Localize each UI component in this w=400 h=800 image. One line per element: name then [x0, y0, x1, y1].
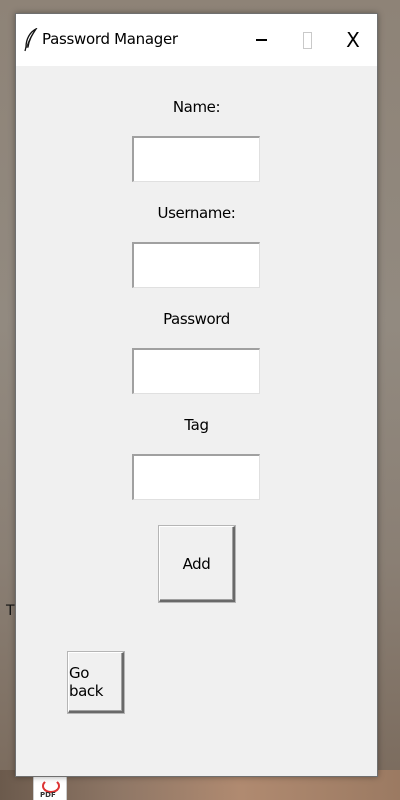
password-field[interactable] — [132, 348, 260, 394]
title-bar[interactable]: Password Manager X — [16, 14, 377, 66]
close-button[interactable]: X — [330, 14, 376, 66]
pdf-file-icon[interactable]: PDF — [33, 776, 67, 800]
maximize-icon — [302, 31, 312, 49]
username-field[interactable] — [132, 242, 260, 288]
pdf-icon-label: PDF — [40, 791, 56, 799]
password-manager-window: Password Manager X Name: Username: Passw… — [15, 13, 378, 777]
add-button[interactable]: Add — [159, 526, 235, 602]
feather-icon — [22, 27, 40, 52]
username-label: Username: — [157, 204, 236, 222]
minimize-icon — [255, 39, 267, 41]
name-label: Name: — [172, 98, 221, 116]
minimize-button[interactable] — [238, 14, 284, 66]
window-title: Password Manager — [42, 30, 178, 48]
name-field[interactable] — [132, 136, 260, 182]
close-icon: X — [346, 28, 360, 52]
tag-field[interactable] — [132, 454, 260, 500]
tag-label: Tag — [184, 416, 209, 434]
password-label: Password — [163, 310, 230, 328]
maximize-button[interactable] — [284, 14, 330, 66]
go-back-button[interactable]: Go back — [68, 652, 124, 713]
